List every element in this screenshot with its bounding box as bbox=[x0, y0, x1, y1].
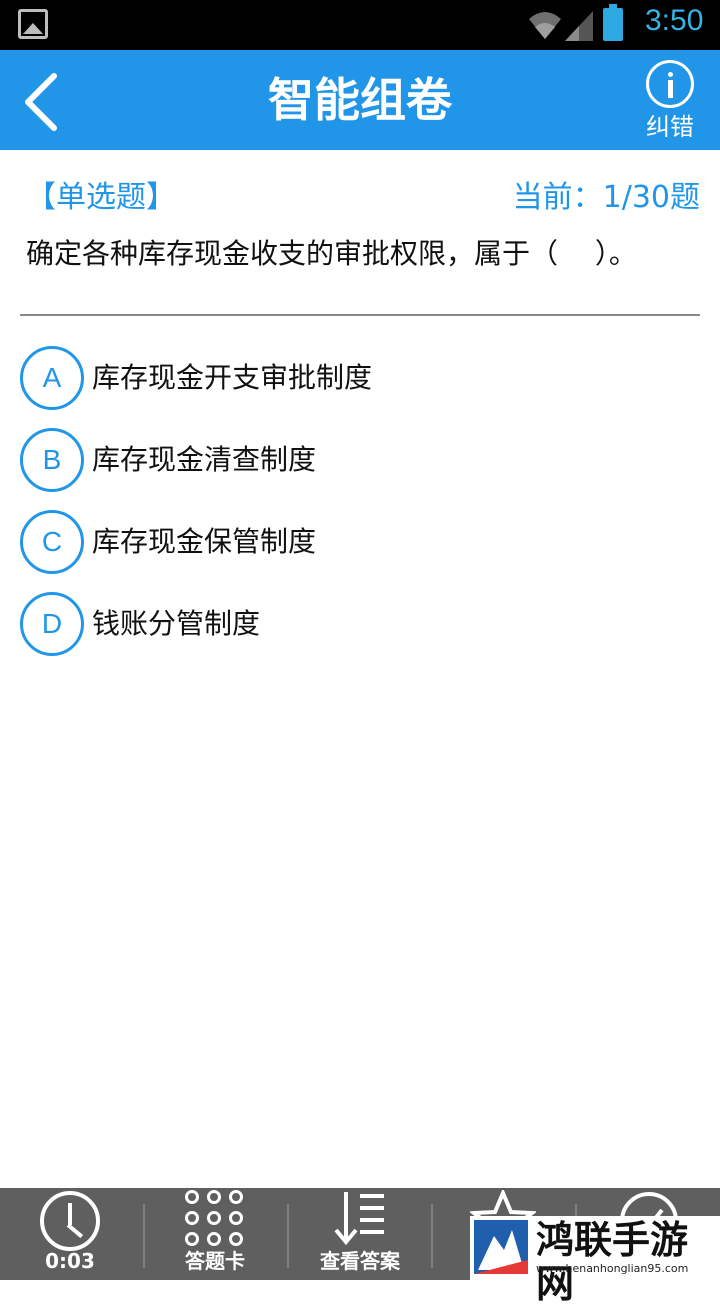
info-icon bbox=[646, 60, 694, 108]
option-text[interactable]: 钱账分管制度 bbox=[92, 604, 260, 644]
view-answer-label: 查看答案 bbox=[320, 1249, 400, 1273]
timer-label: 0:03 bbox=[45, 1249, 95, 1273]
answer-card-label: 答题卡 bbox=[185, 1249, 245, 1273]
watermark: 鸿联手游网 www.henanhonglian95.com bbox=[470, 1216, 720, 1306]
option-c[interactable]: C 库存现金保管制度 bbox=[20, 510, 700, 574]
option-b[interactable]: B 库存现金清查制度 bbox=[20, 428, 700, 492]
view-answer-button[interactable]: 查看答案 bbox=[290, 1188, 430, 1280]
clock-icon bbox=[40, 1191, 100, 1251]
report-error-label: 纠错 bbox=[646, 113, 694, 141]
question-text: 确定各种库存现金收支的审批权限，属于（ ）。 bbox=[26, 237, 637, 270]
view-answer-icon bbox=[334, 1192, 384, 1246]
divider bbox=[20, 314, 700, 316]
option-letter-circle[interactable]: D bbox=[20, 592, 84, 656]
option-text[interactable]: 库存现金开支审批制度 bbox=[92, 358, 372, 398]
option-letter-circle[interactable]: C bbox=[20, 510, 84, 574]
status-time: 3:50 bbox=[645, 4, 704, 37]
option-text[interactable]: 库存现金清查制度 bbox=[92, 440, 316, 480]
option-letter-circle[interactable]: B bbox=[20, 428, 84, 492]
option-letter-circle[interactable]: A bbox=[20, 346, 84, 410]
page-title: 智能组卷 bbox=[268, 73, 452, 127]
report-error-button[interactable]: 纠错 bbox=[638, 58, 702, 146]
option-text[interactable]: 库存现金保管制度 bbox=[92, 522, 316, 562]
timer-button[interactable]: 0:03 bbox=[0, 1188, 140, 1280]
watermark-url: www.henanhonglian95.com bbox=[536, 1262, 689, 1275]
wifi-icon bbox=[529, 12, 561, 39]
signal-icon bbox=[565, 11, 593, 41]
option-d[interactable]: D 钱账分管制度 bbox=[20, 592, 700, 656]
battery-icon bbox=[603, 4, 623, 41]
gallery-notification-icon bbox=[18, 9, 48, 39]
watermark-logo-icon bbox=[474, 1220, 528, 1274]
toolbar-separator bbox=[287, 1204, 289, 1268]
toolbar-separator bbox=[431, 1204, 433, 1268]
status-bar: 3:50 bbox=[0, 0, 720, 50]
app-header: 智能组卷 纠错 bbox=[0, 50, 720, 150]
question-progress: 当前：1/30题 bbox=[512, 180, 700, 215]
answer-card-icon bbox=[185, 1190, 245, 1250]
answer-card-button[interactable]: 答题卡 bbox=[145, 1188, 285, 1280]
question-type-label: 【单选题】 bbox=[26, 180, 176, 215]
option-a[interactable]: A 库存现金开支审批制度 bbox=[20, 346, 700, 410]
